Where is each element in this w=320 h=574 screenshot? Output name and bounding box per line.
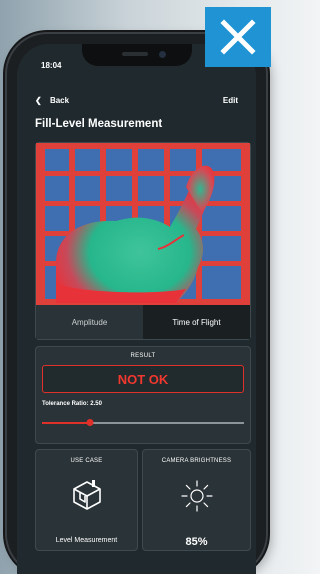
slider-thumb[interactable] xyxy=(86,419,94,426)
use-case-tile[interactable]: USE CASE Level Measurement xyxy=(35,449,138,551)
tolerance-label: Tolerance Ratio: 2.50 xyxy=(42,401,102,407)
page-title: Fill-Level Measurement xyxy=(35,118,163,130)
camera-brightness-tile[interactable]: CAMERA BRIGHTNESS 85% xyxy=(142,449,251,551)
front-camera xyxy=(158,51,166,58)
back-button[interactable]: ❮ Back xyxy=(35,96,69,105)
close-icon xyxy=(220,19,256,55)
edit-button[interactable]: Edit xyxy=(223,96,238,105)
box-level-icon xyxy=(72,480,101,510)
tof-image xyxy=(36,143,250,305)
phone-frame: 18:04 ❮ Back Edit Fill-Level Measurement xyxy=(7,34,266,574)
tof-viewer-card: Amplitude Time of Flight xyxy=(35,142,251,340)
use-case-label: USE CASE xyxy=(70,458,103,464)
status-time: 18:04 xyxy=(41,61,62,70)
camera-brightness-label: CAMERA BRIGHTNESS xyxy=(161,458,232,464)
slider-fill xyxy=(42,422,91,424)
chevron-left-icon: ❮ xyxy=(35,96,42,105)
tolerance-slider[interactable] xyxy=(42,417,244,429)
result-status-badge: NOT OK xyxy=(42,365,244,393)
app-screen: 18:04 ❮ Back Edit Fill-Level Measurement xyxy=(17,44,256,574)
result-label: RESULT xyxy=(130,353,156,359)
phone-notch xyxy=(81,44,192,66)
tab-amplitude[interactable]: Amplitude xyxy=(36,305,143,339)
speaker xyxy=(121,52,148,56)
tab-time-of-flight[interactable]: Time of Flight xyxy=(143,305,250,339)
use-case-value: Level Measurement xyxy=(55,537,118,544)
back-label: Back xyxy=(49,96,70,105)
close-button[interactable] xyxy=(205,7,271,67)
sun-icon xyxy=(180,480,213,512)
view-mode-segmented: Amplitude Time of Flight xyxy=(36,305,250,339)
result-card: RESULT NOT OK Tolerance Ratio: 2.50 xyxy=(35,346,251,444)
camera-brightness-value: 85% xyxy=(185,536,208,548)
